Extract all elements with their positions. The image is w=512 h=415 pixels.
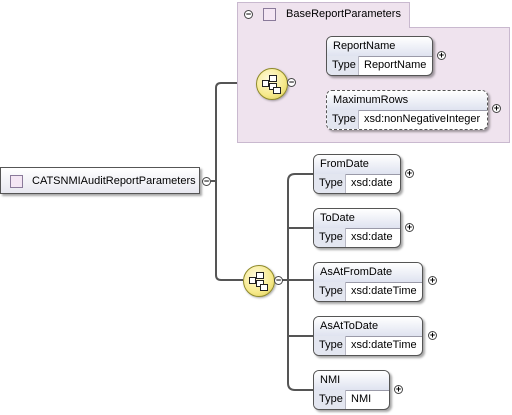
sequence-icon[interactable] <box>256 68 288 100</box>
sequence-glyph-icon <box>262 75 281 94</box>
expand-icon[interactable]: + <box>405 169 414 178</box>
element-name: ToDate <box>314 209 400 229</box>
element-name: FromDate <box>314 155 400 175</box>
collapse-icon[interactable]: − <box>244 10 253 19</box>
element-icon <box>10 175 23 188</box>
expand-icon[interactable]: + <box>428 331 437 340</box>
base-group-title: BaseReportParameters <box>286 8 401 20</box>
type-label: Type <box>314 174 346 193</box>
type-value: NMI <box>351 393 372 405</box>
type-value: ReportName <box>364 59 427 71</box>
element-fromdate[interactable]: FromDate Type xsd:date <box>313 154 401 194</box>
element-asattodate[interactable]: AsAtToDate Type xsd:dateTime <box>313 316 423 356</box>
type-value: xsd:date <box>351 177 393 189</box>
type-label: Type <box>314 336 346 355</box>
type-label: Type <box>314 282 346 301</box>
root-element[interactable]: CATSNMIAuditReportParameters <box>0 167 200 194</box>
type-label: Type <box>314 228 346 247</box>
expand-icon[interactable]: + <box>437 51 446 60</box>
element-name: NMI <box>314 371 389 391</box>
type-value: xsd:dateTime <box>351 339 417 351</box>
type-label: Type <box>314 390 346 409</box>
element-nmi[interactable]: NMI Type NMI <box>313 370 390 410</box>
element-asatfromdate[interactable]: AsAtFromDate Type xsd:dateTime <box>313 262 423 302</box>
root-element-name: CATSNMIAuditReportParameters <box>32 175 196 187</box>
schema-diagram: − BaseReportParameters CATSNMIAuditRepor… <box>0 0 512 415</box>
type-label: Type <box>327 110 359 129</box>
element-name: ReportName <box>327 37 432 57</box>
type-value: xsd:dateTime <box>351 285 417 297</box>
element-maximumrows[interactable]: MaximumRows Type xsd:nonNegativeInteger <box>326 90 488 130</box>
element-name: AsAtFromDate <box>314 263 422 283</box>
sequence-glyph-icon <box>249 272 268 291</box>
element-todate[interactable]: ToDate Type xsd:date <box>313 208 401 248</box>
expand-icon[interactable]: + <box>492 104 501 113</box>
sequence-icon[interactable] <box>243 265 275 297</box>
element-reportname[interactable]: ReportName Type ReportName <box>326 36 433 76</box>
sequence-collapse-icon[interactable]: − <box>287 78 296 87</box>
type-label: Type <box>327 56 359 75</box>
expand-icon[interactable]: + <box>394 385 403 394</box>
type-value: xsd:date <box>351 231 393 243</box>
expand-icon[interactable]: + <box>428 276 437 285</box>
group-icon <box>263 8 276 21</box>
element-name: AsAtToDate <box>314 317 422 337</box>
type-value: xsd:nonNegativeInteger <box>364 113 481 125</box>
element-name: MaximumRows <box>327 91 487 111</box>
base-group-header[interactable]: − BaseReportParameters <box>237 2 410 28</box>
root-collapse-icon[interactable]: − <box>202 177 211 186</box>
expand-icon[interactable]: + <box>405 223 414 232</box>
sequence-collapse-icon[interactable]: − <box>274 276 283 285</box>
